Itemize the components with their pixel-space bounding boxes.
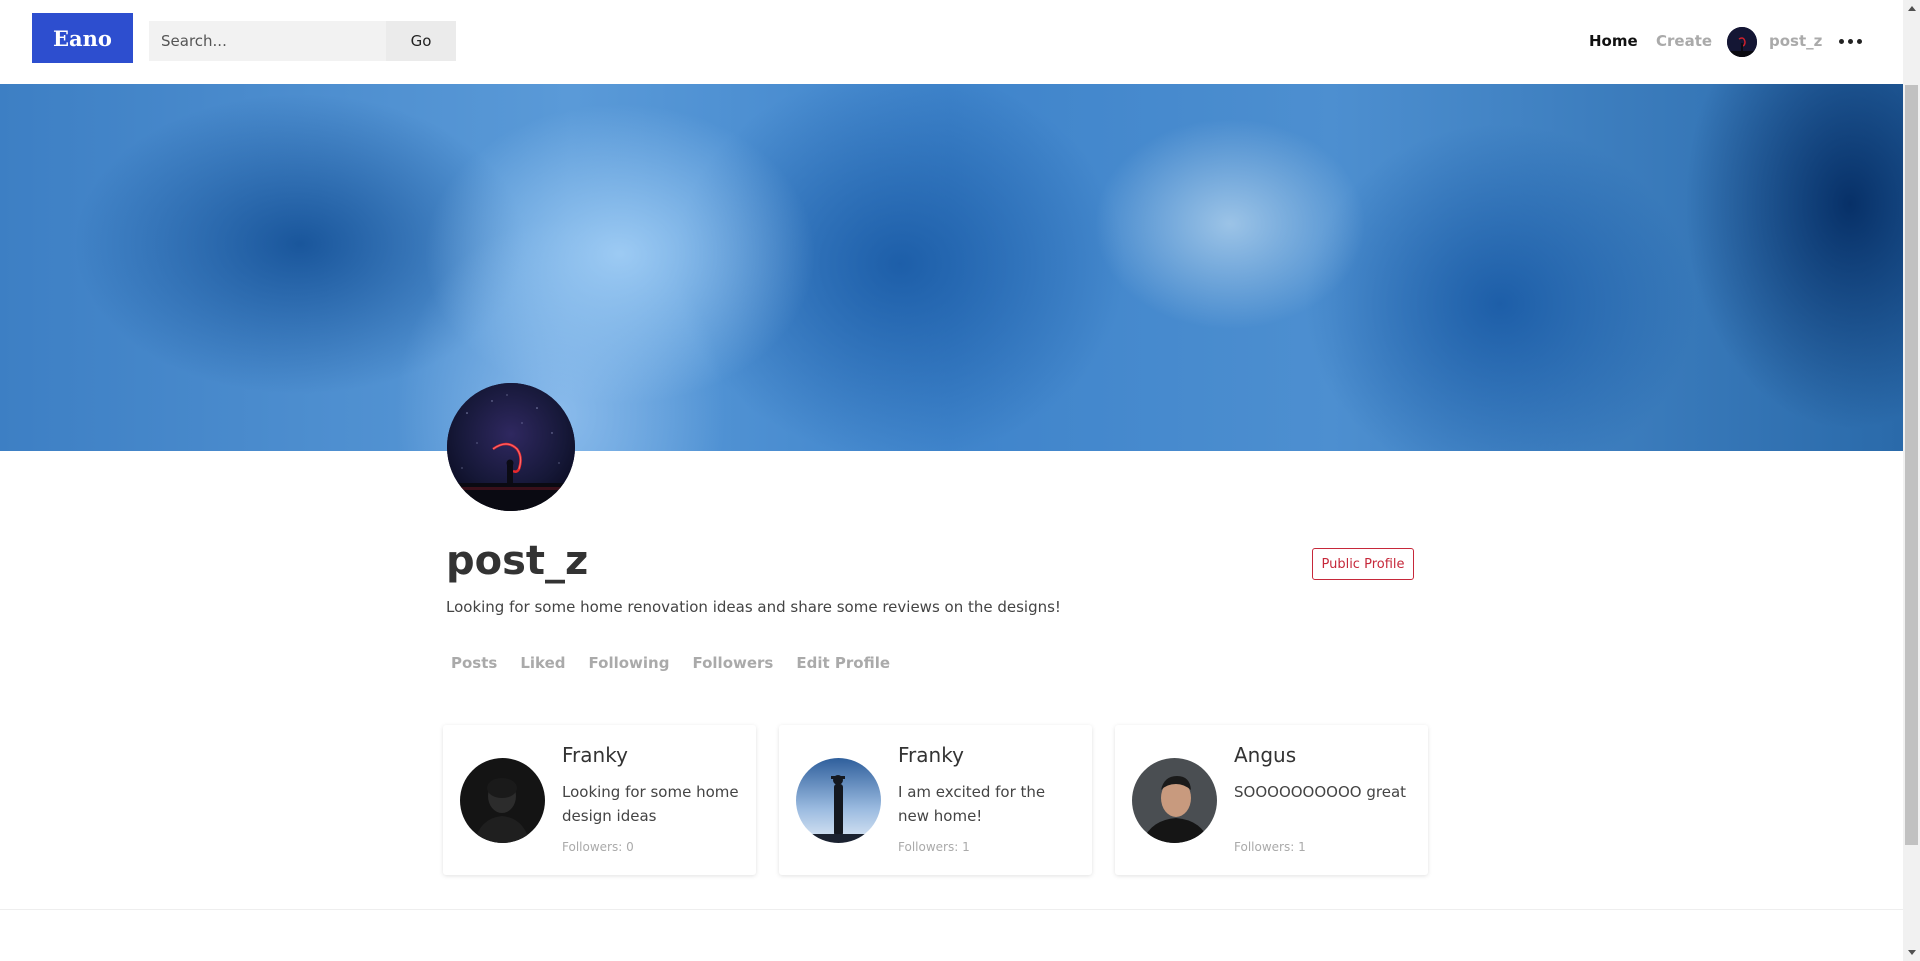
brand-logo-text: Eano xyxy=(53,25,112,51)
tab-followers[interactable]: Followers xyxy=(692,654,773,672)
user-card-description: Looking for some home design ideas xyxy=(562,783,739,825)
user-card-name[interactable]: Franky xyxy=(898,743,964,767)
user-card-avatar-image xyxy=(796,758,881,843)
profile-username: post_z xyxy=(446,538,589,584)
user-card[interactable]: Franky Looking for some home design idea… xyxy=(443,725,756,875)
user-card-avatar[interactable] xyxy=(796,758,881,843)
user-avatar-image xyxy=(1727,27,1757,57)
profile-tabs: Posts Liked Following Followers Edit Pro… xyxy=(451,654,913,672)
dot xyxy=(1838,38,1844,44)
scroll-up-arrow-icon[interactable] xyxy=(1903,0,1920,17)
user-card[interactable]: Franky I am excited for the new home! Fo… xyxy=(779,725,1092,875)
scrollbar-thumb[interactable] xyxy=(1905,85,1918,845)
user-card-description: I am excited for the new home! xyxy=(898,783,1046,825)
dot xyxy=(1847,38,1853,44)
user-card-name[interactable]: Franky xyxy=(562,743,628,767)
user-card-avatar-image xyxy=(460,758,545,843)
profile-bio: Looking for some home renovation ideas a… xyxy=(446,598,1061,616)
scroll-down-arrow-icon[interactable] xyxy=(1903,944,1920,961)
dot xyxy=(1856,38,1862,44)
tab-edit-profile[interactable]: Edit Profile xyxy=(796,654,890,672)
nav-username-link[interactable]: post_z xyxy=(1769,32,1822,50)
user-card-avatar[interactable] xyxy=(1132,758,1217,843)
user-card-avatar-image xyxy=(1132,758,1217,843)
user-avatar[interactable] xyxy=(1727,27,1757,57)
user-card-name[interactable]: Angus xyxy=(1234,743,1296,767)
profile-avatar xyxy=(447,383,575,511)
tab-posts[interactable]: Posts xyxy=(451,654,497,672)
nav-home-link[interactable]: Home xyxy=(1589,32,1638,50)
top-navbar: Eano Go Home Create post_z xyxy=(0,0,1903,85)
profile-avatar-image xyxy=(447,383,575,511)
tab-liked[interactable]: Liked xyxy=(520,654,565,672)
footer-divider xyxy=(0,909,1903,910)
search-go-button[interactable]: Go xyxy=(386,21,456,61)
user-card-followers: Followers: 1 xyxy=(898,840,970,854)
page: Eano Go Home Create post_z xyxy=(0,0,1903,961)
user-card[interactable]: Angus SOOOOOOOOOO great Followers: 1 xyxy=(1115,725,1428,875)
user-card-followers: Followers: 0 xyxy=(562,840,634,854)
vertical-scrollbar[interactable] xyxy=(1903,0,1920,961)
public-profile-button[interactable]: Public Profile xyxy=(1312,548,1414,580)
profile-cover-image xyxy=(0,84,1903,451)
user-card-avatar[interactable] xyxy=(460,758,545,843)
more-horizontal-icon[interactable] xyxy=(1837,30,1863,52)
tab-following[interactable]: Following xyxy=(589,654,670,672)
user-card-description: SOOOOOOOOOO great xyxy=(1234,783,1407,801)
search-input[interactable] xyxy=(149,21,386,61)
user-card-followers: Followers: 1 xyxy=(1234,840,1306,854)
nav-create-link[interactable]: Create xyxy=(1656,32,1712,50)
brand-logo[interactable]: Eano xyxy=(32,13,133,63)
